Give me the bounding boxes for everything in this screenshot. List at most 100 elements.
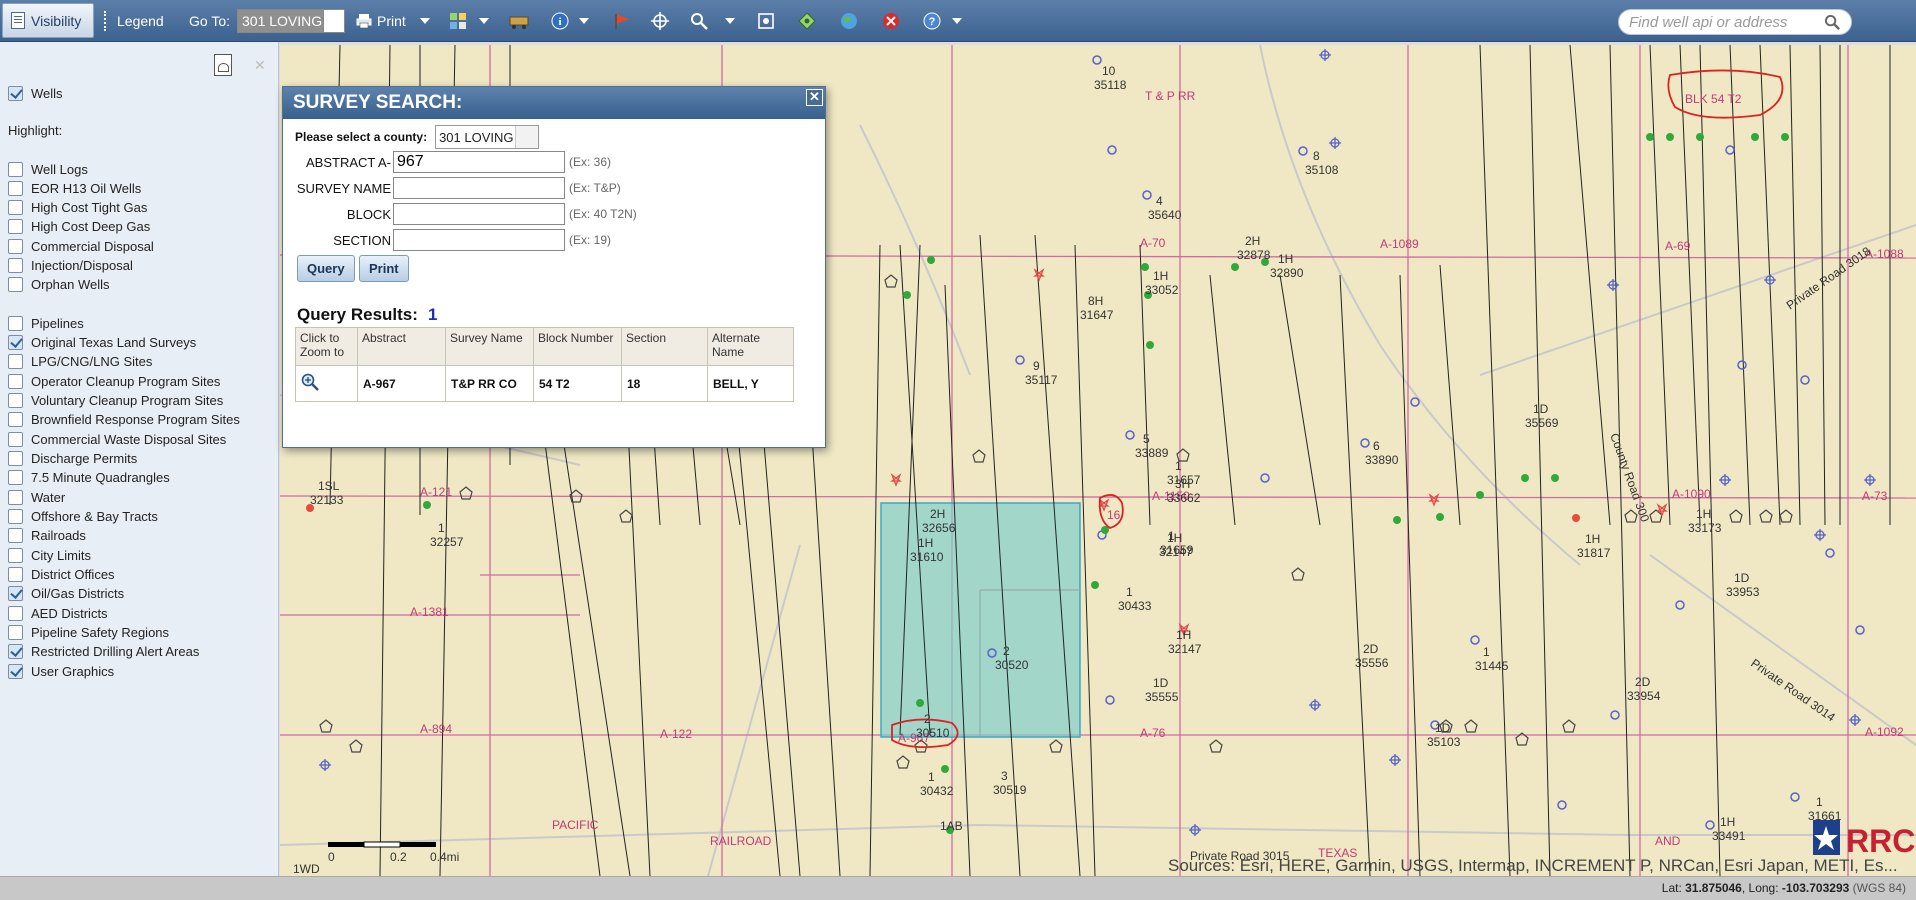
layer-item[interactable]: Operator Cleanup Program Sites [8,372,220,390]
layer-checkbox[interactable] [8,567,23,583]
layer-checkbox[interactable] [8,373,23,389]
highlight-item[interactable]: Well Logs [8,160,88,178]
highlight-checkbox[interactable] [8,161,23,177]
print-caret-icon[interactable] [420,18,430,24]
search-field-input[interactable] [393,203,565,225]
query-button[interactable]: Query [297,255,355,282]
layer-item[interactable]: Pipeline Safety Regions [8,624,169,642]
clear-graphics-icon[interactable] [882,12,900,30]
flag-icon[interactable] [613,12,631,30]
search-field-input[interactable] [393,151,565,173]
layer-item[interactable]: Pipelines [8,314,84,332]
layer-item[interactable]: Voluntary Cleanup Program Sites [8,391,223,409]
highlight-checkbox[interactable] [8,258,23,273]
highlight-checkbox[interactable] [8,238,23,254]
layer-item[interactable]: Offshore & Bay Tracts [8,508,158,526]
dialog-close-icon[interactable]: ✕ [806,89,823,106]
layer-item[interactable]: LPG/CNG/LNG Sites [8,353,152,371]
layer-checkbox[interactable] [8,625,23,641]
map-sources-attribution: Sources: Esri, HERE, Garmin, USGS, Inter… [1168,856,1898,875]
layer-checkbox[interactable] [8,315,23,331]
info-caret-icon[interactable] [579,18,589,24]
well-label: 2H 32878 [1237,234,1271,262]
layer-item[interactable]: Brownfield Response Program Sites [8,411,240,429]
layer-item[interactable]: Railroads [8,527,86,545]
layer-checkbox[interactable] [8,450,23,466]
print-results-button[interactable]: Print [359,255,409,282]
crosshair-icon[interactable] [651,12,669,30]
legend-button[interactable]: Legend [104,0,164,42]
full-extent-icon[interactable] [757,12,775,30]
layer-item[interactable]: Discharge Permits [8,449,137,467]
layer-checkbox[interactable] [8,644,23,660]
zoom-to-icon[interactable] [301,373,319,391]
layer-checkbox[interactable] [8,528,23,544]
layer-checkbox[interactable] [8,663,23,679]
layer-checkbox[interactable] [8,392,23,408]
help-caret-icon[interactable] [952,18,962,24]
highlight-item[interactable]: High Cost Tight Gas [8,199,147,217]
layer-checkbox[interactable] [8,431,23,447]
highlight-item[interactable]: High Cost Deep Gas [8,218,150,236]
highlight-checkbox[interactable] [8,200,23,216]
magnifier-icon[interactable] [690,12,708,30]
layer-checkbox[interactable] [8,605,23,621]
layer-item[interactable]: Original Texas Land Surveys [8,333,196,351]
wells-checkbox[interactable] [8,85,23,101]
well-label: 1D 35555 [1145,676,1179,704]
search-field-input[interactable] [393,229,565,251]
search-field-input[interactable] [393,177,565,199]
layer-item[interactable]: District Offices [8,566,115,584]
locate-icon[interactable] [798,12,816,30]
help-icon[interactable]: ? [923,12,941,30]
layer-checkbox[interactable] [8,489,23,505]
layer-checkbox[interactable] [8,509,23,524]
sidebar-close-icon[interactable]: ✕ [254,57,266,74]
layer-item[interactable]: User Graphics [8,662,114,680]
highlight-checkbox[interactable] [8,219,23,235]
table-row[interactable]: A-967 T&P RR CO 54 T2 18 BELL, Y [295,365,794,402]
globe-icon[interactable] [840,12,858,30]
layer-checkbox[interactable] [8,354,23,370]
well-search-input[interactable] [1629,10,1819,34]
basemap-grid-icon[interactable] [449,12,467,30]
goto-dropdown[interactable] [323,9,345,33]
results-column-header: Section [621,327,708,366]
highlight-item[interactable]: EOR H13 Oil Wells [8,179,141,197]
print-button[interactable]: Print [356,0,406,42]
layer-checkbox[interactable] [8,547,23,563]
highlight-item[interactable]: Commercial Disposal [8,237,154,255]
layer-checkbox[interactable] [8,586,23,602]
visibility-button[interactable]: Visibility [2,3,94,38]
layer-item[interactable]: Oil/Gas Districts [8,585,124,603]
layer-label: Operator Cleanup Program Sites [31,373,221,389]
zoom-to-cell[interactable] [295,365,358,402]
well-search-box[interactable] [1618,9,1852,35]
well-label: 8 35108 [1305,149,1339,177]
info-icon[interactable]: i [551,12,569,30]
layer-item[interactable]: AED Districts [8,604,108,622]
layer-item[interactable]: 7.5 Minute Quadrangles [8,469,170,487]
layer-label: Brownfield Response Program Sites [31,412,240,428]
well-label: 1H 32147 [1168,628,1202,656]
layer-wells[interactable]: Wells [8,84,63,102]
layer-checkbox[interactable] [8,412,23,428]
layer-checkbox[interactable] [8,334,23,350]
highlight-item[interactable]: Orphan Wells [8,276,110,294]
pdf-export-icon[interactable] [214,54,232,76]
highlight-checkbox[interactable] [8,180,23,196]
basemap-caret-icon[interactable] [479,18,489,24]
layer-item[interactable]: Commercial Waste Disposal Sites [8,430,226,448]
magnifier-caret-icon[interactable] [725,18,735,24]
layer-item[interactable]: City Limits [8,546,91,564]
highlight-checkbox[interactable] [8,277,23,293]
truck-icon[interactable] [509,12,529,30]
legend-label: Legend [117,13,164,29]
layer-item[interactable]: Restricted Drilling Alert Areas [8,643,199,661]
layer-checkbox[interactable] [8,470,23,486]
highlight-item[interactable]: Injection/Disposal [8,257,133,275]
search-icon[interactable] [1824,14,1841,31]
layer-item[interactable]: Water [8,488,65,506]
layer-label: Oil/Gas Districts [31,586,125,602]
county-select[interactable]: 301 LOVING [435,125,540,149]
